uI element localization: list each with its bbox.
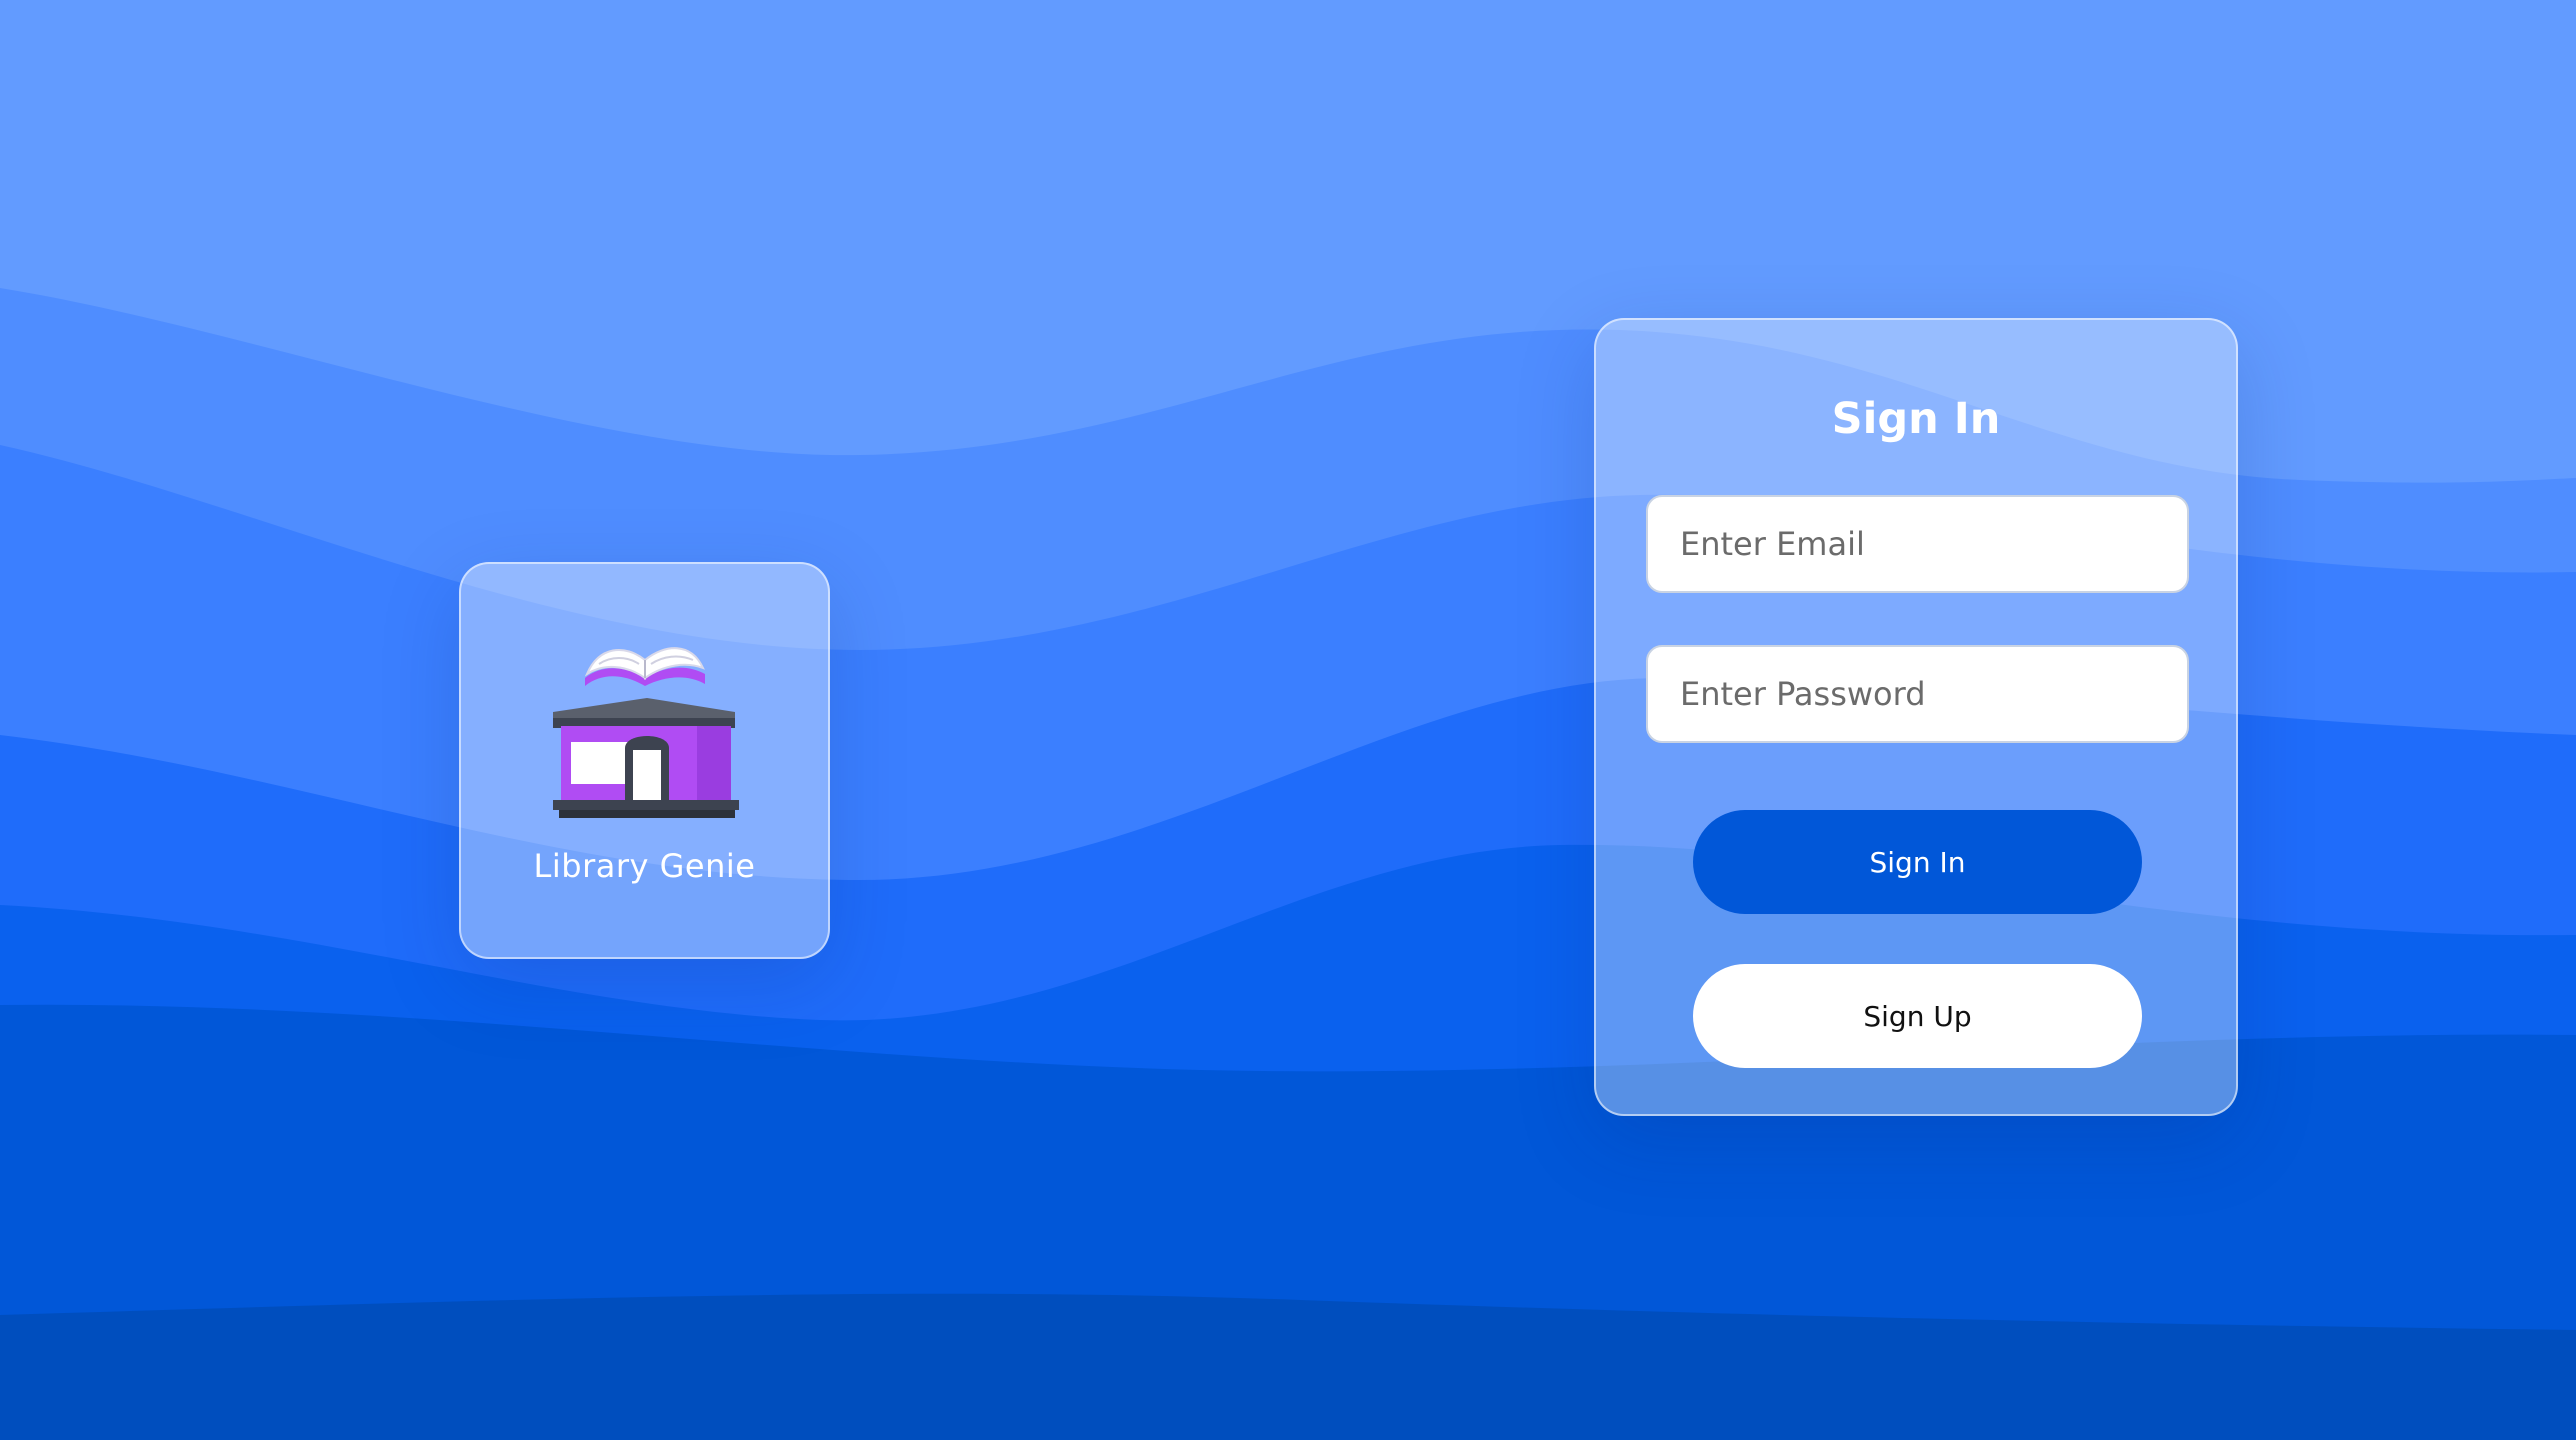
signup-button[interactable]: Sign Up [1693, 964, 2142, 1068]
app-name: Library Genie [533, 847, 756, 885]
email-input[interactable] [1646, 495, 2189, 593]
login-screen: Library Genie Sign In Sign In Sign Up [0, 0, 2576, 1440]
library-building-with-open-book-icon [553, 647, 739, 818]
signup-button-label: Sign Up [1863, 999, 1972, 1033]
signin-title: Sign In [1831, 394, 2001, 444]
password-input[interactable] [1646, 645, 2189, 743]
signin-button-label: Sign In [1869, 845, 1966, 879]
brand-card: Library Genie [459, 562, 830, 959]
signin-button[interactable]: Sign In [1693, 810, 2142, 914]
signin-card: Sign In Sign In Sign Up [1594, 318, 2238, 1116]
